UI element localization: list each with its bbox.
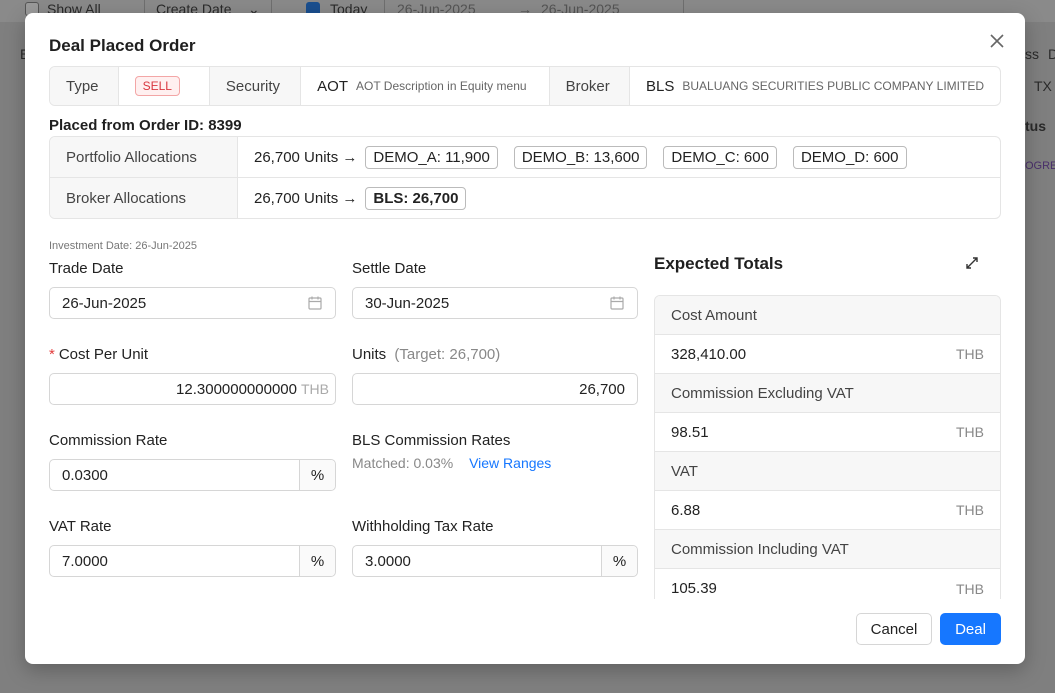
security-label: Security — [209, 67, 302, 105]
vat-rate-input[interactable]: 7.0000 % — [49, 545, 336, 577]
portfolio-tag: DEMO_C: 600 — [663, 145, 777, 169]
portfolio-tag: DEMO_D: 600 — [792, 145, 907, 169]
broker-label: Broker — [549, 67, 631, 105]
total-label: VAT — [655, 452, 1000, 491]
total-value: 105.39 — [671, 580, 717, 597]
cost-unit: THB — [301, 381, 329, 397]
percent-suffix: % — [299, 460, 335, 490]
percent-suffix: % — [601, 546, 637, 576]
expected-totals-list: Cost Amount 328,410.00 THB Commission Exc… — [654, 295, 1001, 599]
trade-date-input[interactable]: 26-Jun-2025 — [49, 287, 336, 319]
total-unit: THB — [956, 580, 984, 597]
total-unit: THB — [956, 424, 984, 440]
view-ranges-link[interactable]: View Ranges — [469, 455, 551, 471]
cost-per-unit-input[interactable]: 12.300000000000 THB — [49, 373, 336, 405]
placed-from-order-id: Placed from Order ID: 8399 — [49, 117, 242, 134]
total-value: 328,410.00 — [671, 345, 747, 363]
broker-tag: BLS: 26,700 — [365, 187, 467, 210]
settle-date-input[interactable]: 30-Jun-2025 — [352, 287, 638, 319]
total-value: 6.88 — [671, 501, 701, 519]
bls-matched-row: Matched: 0.03% View Ranges — [352, 455, 551, 471]
required-marker: * — [49, 346, 55, 363]
total-value: 98.51 — [671, 423, 709, 441]
commission-rate-input[interactable]: 0.0300 % — [49, 459, 336, 491]
total-value-row: 328,410.00 THB — [655, 335, 1000, 374]
total-value-row: 98.51 THB — [655, 413, 1000, 452]
investment-date: Investment Date: 26-Jun-2025 — [49, 240, 197, 252]
deal-button[interactable]: Deal — [940, 613, 1001, 645]
allocations-table: Portfolio Allocations 26,700 Units → DEM… — [49, 136, 1001, 219]
portfolio-units: 26,700 Units → — [254, 148, 358, 166]
total-label: Commission Including VAT — [655, 530, 1000, 569]
total-label: Cost Amount — [655, 296, 1000, 335]
units-input[interactable]: 26,700 — [352, 373, 638, 405]
cancel-button[interactable]: Cancel — [856, 613, 932, 645]
broker-description: BUALUANG SECURITIES PUBLIC COMPANY LIMIT… — [682, 79, 984, 93]
units-label: Units (Target: 26,700) — [352, 346, 501, 363]
calendar-icon — [308, 296, 322, 310]
commission-rate-label: Commission Rate — [49, 432, 168, 449]
broker-units: 26,700 Units → — [254, 190, 358, 207]
total-unit: THB — [956, 502, 984, 518]
calendar-icon — [610, 296, 624, 310]
expected-totals-title: Expected Totals — [654, 254, 784, 273]
broker-allocations-row: Broker Allocations 26,700 Units → BLS: 2… — [50, 178, 1000, 218]
total-value-row: 6.88 THB — [655, 491, 1000, 530]
type-label: Type — [50, 67, 119, 105]
total-unit: THB — [956, 346, 984, 362]
broker-value-cell: BLS BUALUANG SECURITIES PUBLIC COMPANY L… — [630, 67, 1000, 105]
broker-allocations-label: Broker Allocations — [50, 178, 238, 218]
sell-tag: SELL — [134, 76, 180, 96]
total-label: Commission Excluding VAT — [655, 374, 1000, 413]
modal-title: Deal Placed Order — [49, 36, 196, 55]
portfolio-allocations-row: Portfolio Allocations 26,700 Units → DEM… — [50, 137, 1000, 178]
type-value-cell: SELL — [119, 67, 210, 105]
broker-code: BLS — [646, 77, 675, 95]
withholding-tax-rate-input[interactable]: 3.0000 % — [352, 545, 638, 577]
security-value-cell: AOT AOT Description in Equity menu — [301, 67, 550, 105]
order-info-strip: Type SELL Security AOT AOT Description i… — [49, 66, 1001, 106]
units-target: (Target: 26,700) — [394, 346, 501, 363]
withholding-tax-rate-label: Withholding Tax Rate — [352, 518, 494, 535]
security-code: AOT — [317, 77, 349, 95]
deal-placed-order-modal: Deal Placed Order Type SELL Security AOT… — [25, 13, 1025, 664]
expand-icon[interactable] — [964, 255, 980, 271]
security-description: AOT Description in Equity menu — [356, 79, 527, 93]
close-icon[interactable] — [987, 31, 1007, 51]
total-value-row: 105.39 THB — [655, 569, 1000, 599]
trade-date-label: Trade Date — [49, 260, 124, 277]
bls-matched: Matched: 0.03% — [352, 455, 454, 471]
bls-commission-rates-label: BLS Commission Rates — [352, 432, 511, 449]
portfolio-tag: DEMO_A: 11,900 — [365, 145, 498, 169]
percent-suffix: % — [299, 546, 335, 576]
cost-per-unit-label: * Cost Per Unit — [49, 346, 149, 363]
vat-rate-label: VAT Rate — [49, 518, 112, 535]
settle-date-label: Settle Date — [352, 260, 427, 277]
portfolio-allocations-label: Portfolio Allocations — [50, 137, 238, 177]
portfolio-tag: DEMO_B: 13,600 — [513, 145, 648, 169]
